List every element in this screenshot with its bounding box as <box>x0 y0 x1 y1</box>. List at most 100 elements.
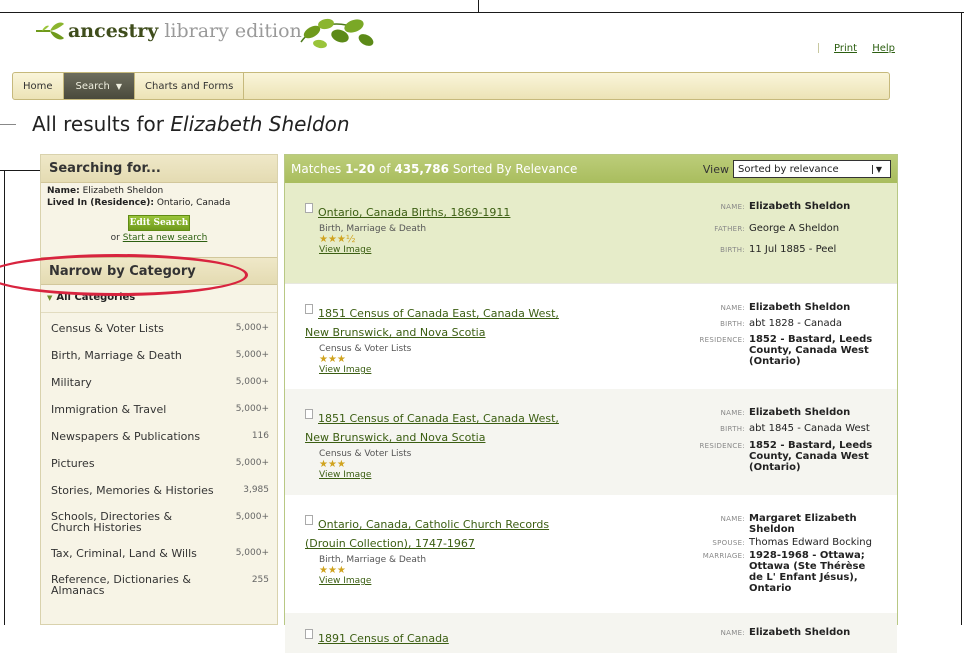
field-value: Margaret Elizabeth Sheldon <box>749 513 857 535</box>
title-query: Elizabeth Sheldon <box>170 112 350 136</box>
document-icon <box>305 629 313 639</box>
frame-line-right <box>961 12 962 625</box>
category-count: 5,000+ <box>235 350 269 360</box>
frame-line-tick <box>0 170 40 171</box>
nav-search[interactable]: Search ▼ <box>63 73 136 99</box>
criteria-name: Name: Elizabeth Sheldon <box>41 185 277 197</box>
category-item[interactable]: Stories, Memories & Histories 3,985 <box>41 481 277 508</box>
results-range: 1-20 <box>345 162 376 176</box>
searching-for-heading: Searching for... <box>41 155 277 183</box>
category-label: Newspapers & Publications <box>51 430 201 443</box>
document-icon <box>305 203 313 213</box>
category-label: Schools, Directories & Church Histories <box>51 510 173 534</box>
result-left: Ontario, Canada, Catholic Church Records… <box>305 513 575 595</box>
category-item[interactable]: Schools, Directories & Church Histories 5… <box>41 508 277 544</box>
view-image-link[interactable]: View Image <box>305 470 567 480</box>
result-title-link[interactable]: Ontario, Canada, Catholic Church Records… <box>305 518 549 550</box>
top-links: Print Help <box>817 43 895 54</box>
field-label: FATHER: <box>714 224 745 233</box>
results-panel: Matches 1-20 of 435,786 Sorted By Releva… <box>284 154 898 653</box>
category-item[interactable]: Birth, Marriage & Death 5,000+ <box>41 346 277 373</box>
document-icon <box>305 409 313 419</box>
result-row: 1851 Census of Canada East, Canada West,… <box>285 283 897 389</box>
view-image-link[interactable]: View Image <box>305 576 575 586</box>
results-header: Matches 1-20 of 435,786 Sorted By Releva… <box>285 155 897 183</box>
brand-primary: ancestry <box>68 20 159 42</box>
field-label: NAME: <box>720 203 745 211</box>
result-left: Ontario, Canada Births, 1869-1911 Birth,… <box>305 201 625 265</box>
category-item[interactable]: Pictures 5,000+ <box>41 454 277 481</box>
category-item[interactable]: Immigration & Travel 5,000+ <box>41 400 277 427</box>
field-value: Elizabeth Sheldon <box>749 407 851 418</box>
view-label: View <box>702 162 729 176</box>
criteria-name-value: Elizabeth Sheldon <box>82 186 164 196</box>
result-row: Ontario, Canada Births, 1869-1911 Birth,… <box>285 183 897 283</box>
field-label: BIRTH: <box>720 246 745 255</box>
result-row: Ontario, Canada, Catholic Church Records… <box>285 495 897 613</box>
frame-line-notch <box>478 0 479 13</box>
or-text: or <box>110 233 120 243</box>
result-title-link[interactable]: 1851 Census of Canada East, Canada West,… <box>305 307 559 339</box>
result-fields: NAME: Elizabeth Sheldon FATHER: George A S… <box>625 201 877 265</box>
result-category: Census & Voter Lists <box>319 449 412 459</box>
result-left: 1851 Census of Canada East, Canada West,… <box>305 407 567 480</box>
field-label: NAME: <box>720 515 745 523</box>
search-sidebar: Searching for... Name: Elizabeth Sheldon… <box>40 154 278 625</box>
category-item[interactable]: Census & Voter Lists 5,000+ <box>41 319 277 346</box>
rating-stars-icon: ★★★½ <box>319 234 356 245</box>
sort-select[interactable]: Sorted by relevance ▼ <box>733 160 891 178</box>
category-count: 5,000+ <box>235 458 269 468</box>
result-fields: NAME: Elizabeth Sheldon BIRTH: abt 1828 - … <box>625 302 877 371</box>
result-title-link[interactable]: 1891 Census of Canada <box>318 632 449 645</box>
category-count: 5,000+ <box>235 404 269 414</box>
field-value: 1852 - Bastard, Leeds County, Canada Wes… <box>749 334 873 367</box>
ancestry-logo[interactable]: ancestry library edition <box>34 18 302 44</box>
field-label: MARRIAGE: <box>702 552 745 560</box>
criteria-name-label: Name: <box>47 186 80 196</box>
frame-line-top <box>0 12 964 13</box>
view-image-link[interactable]: View Image <box>305 245 625 255</box>
frame-line-stub <box>0 124 16 125</box>
category-count: 5,000+ <box>235 512 269 522</box>
result-title-link[interactable]: 1851 Census of Canada East, Canada West,… <box>305 412 559 444</box>
view-image-link[interactable]: View Image <box>305 365 567 375</box>
result-category: Census & Voter Lists <box>319 344 412 354</box>
new-search-row: or Start a new search <box>41 233 277 243</box>
help-link[interactable]: Help <box>872 43 895 54</box>
field-label: RESIDENCE: <box>699 336 745 344</box>
rating-stars-icon: ★★★ <box>319 354 346 365</box>
category-count: 255 <box>251 575 269 585</box>
print-link[interactable]: Print <box>834 43 857 54</box>
results-sort-text: Sorted By Relevance <box>452 162 578 176</box>
edit-search-button[interactable]: Edit Search <box>128 215 190 231</box>
dropdown-arrow-icon: ▼ <box>871 164 882 174</box>
field-label: BIRTH: <box>720 320 745 328</box>
results-summary: Matches 1-20 of 435,786 Sorted By Releva… <box>291 162 577 176</box>
field-value: Elizabeth Sheldon <box>749 302 851 313</box>
category-item[interactable]: Newspapers & Publications 116 <box>41 427 277 454</box>
result-title-link[interactable]: Ontario, Canada Births, 1869-1911 <box>318 206 510 219</box>
title-prefix: All results for <box>32 112 165 136</box>
leaf-logo-icon <box>36 22 64 40</box>
field-label: RESIDENCE: <box>699 441 745 450</box>
decorative-leaves-icon <box>300 18 374 49</box>
field-value: 11 Jul 1885 - Peel <box>749 244 837 256</box>
category-item[interactable]: Military 5,000+ <box>41 373 277 400</box>
result-row: 1891 Census of Canada NAME: Elizabeth She… <box>285 613 897 653</box>
nav-charts-and-forms[interactable]: Charts and Forms <box>135 73 245 99</box>
category-label: Birth, Marriage & Death <box>51 349 182 362</box>
nav-home-label: Home <box>23 80 53 92</box>
field-value: Elizabeth Sheldon <box>749 201 851 212</box>
category-item[interactable]: Tax, Criminal, Land & Wills 5,000+ <box>41 544 277 571</box>
field-label: SPOUSE: <box>712 539 745 547</box>
category-list: Census & Voter Lists 5,000+ Birth, Marria… <box>41 313 277 613</box>
field-value: George A Sheldon <box>749 222 840 234</box>
nav-home[interactable]: Home <box>13 73 64 99</box>
nav-charts-label: Charts and Forms <box>145 80 234 92</box>
start-new-search-link[interactable]: Start a new search <box>123 233 208 243</box>
results-of: of <box>378 162 391 176</box>
category-item[interactable]: Reference, Dictionaries & Almanacs 255 <box>41 571 277 607</box>
category-count: 5,000+ <box>235 377 269 387</box>
category-label: Census & Voter Lists <box>51 322 164 335</box>
criteria-residence-label: Lived In (Residence): <box>47 198 154 208</box>
